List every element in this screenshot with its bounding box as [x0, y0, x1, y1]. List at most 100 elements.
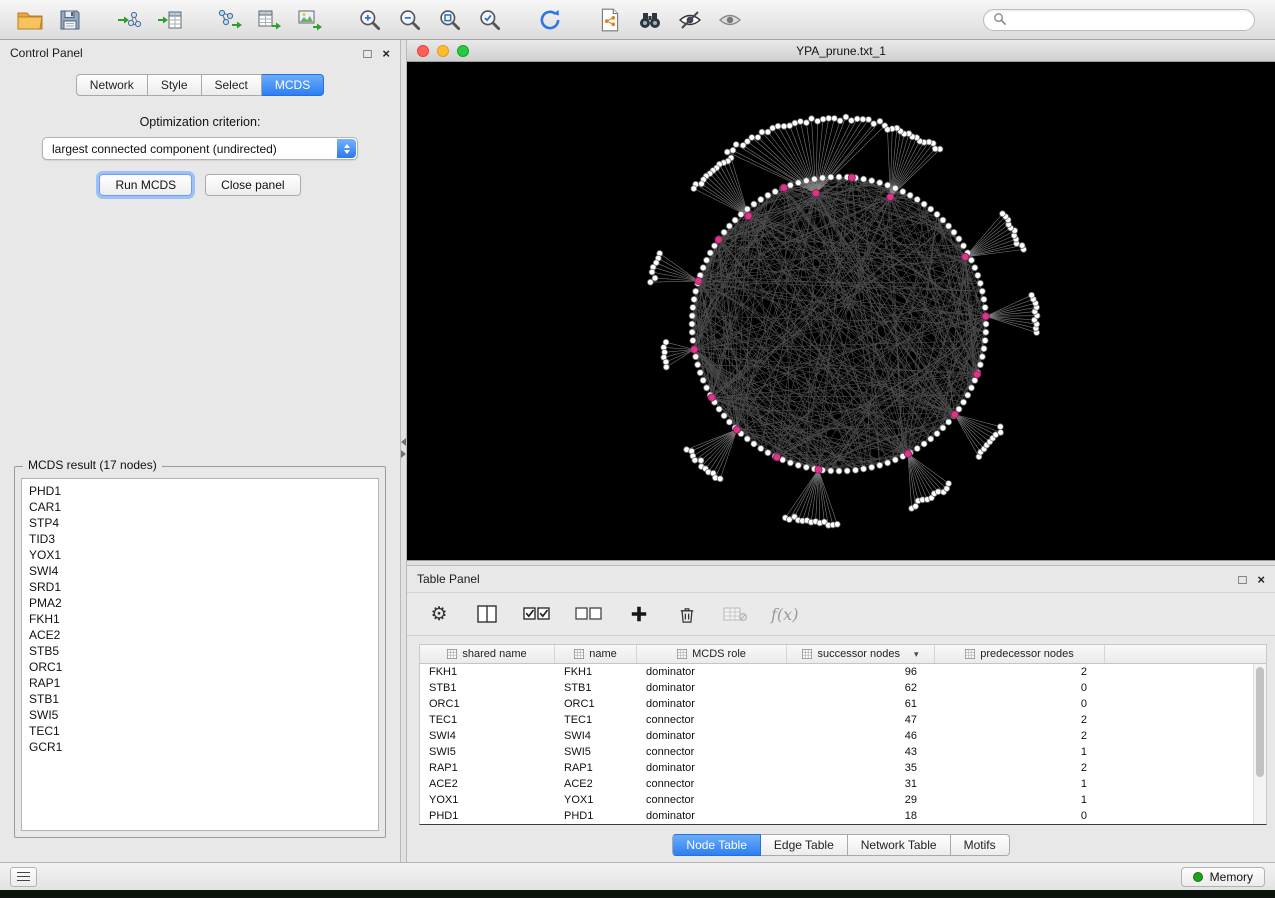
table-row[interactable]: SWI5SWI5connector431 — [420, 744, 1266, 760]
table-row[interactable]: YOX1YOX1connector291 — [420, 792, 1266, 808]
apply-layout-icon[interactable] — [534, 5, 566, 35]
add-row-icon[interactable] — [627, 600, 651, 628]
run-mcds-button[interactable]: Run MCDS — [99, 174, 192, 196]
cell[interactable]: RAP1 — [555, 760, 637, 776]
zoom-in-icon[interactable] — [354, 5, 386, 35]
cell[interactable]: FKH1 — [555, 664, 637, 680]
cell[interactable]: 43 — [787, 744, 935, 760]
list-item[interactable]: PHD1 — [29, 483, 371, 499]
scrollbar-thumb[interactable] — [1256, 667, 1264, 777]
close-window-icon[interactable] — [417, 45, 429, 57]
cell[interactable]: 1 — [935, 776, 1105, 792]
cell[interactable]: 96 — [787, 664, 935, 680]
list-item[interactable]: FKH1 — [29, 611, 371, 627]
mcds-result-list[interactable]: PHD1CAR1STP4TID3YOX1SWI4SRD1PMA2FKH1ACE2… — [21, 478, 379, 831]
list-item[interactable]: STB1 — [29, 691, 371, 707]
vertical-splitter[interactable] — [400, 40, 407, 862]
cell[interactable]: 0 — [935, 696, 1105, 712]
list-item[interactable]: YOX1 — [29, 547, 371, 563]
chevron-down-icon[interactable]: ▾ — [914, 649, 919, 660]
column-menu-icon[interactable] — [574, 649, 584, 659]
table-row[interactable]: RAP1RAP1dominator352 — [420, 760, 1266, 776]
table-row[interactable]: SWI4SWI4dominator462 — [420, 728, 1266, 744]
search-box[interactable] — [983, 9, 1255, 31]
cell[interactable]: 35 — [787, 760, 935, 776]
table-row[interactable]: ACE2ACE2connector311 — [420, 776, 1266, 792]
delete-row-icon[interactable] — [675, 600, 699, 628]
cell[interactable]: 62 — [787, 680, 935, 696]
cell[interactable]: 1 — [935, 792, 1105, 808]
float-table-panel-icon[interactable]: □ — [1239, 573, 1247, 586]
cell[interactable]: dominator — [637, 760, 787, 776]
column-menu-icon[interactable] — [965, 649, 975, 659]
cell[interactable]: PHD1 — [420, 808, 555, 824]
float-panel-icon[interactable]: □ — [364, 47, 372, 60]
table-row[interactable]: FKH1FKH1dominator962 — [420, 664, 1266, 680]
table-row[interactable]: STB1STB1dominator620 — [420, 680, 1266, 696]
cell[interactable]: 61 — [787, 696, 935, 712]
cell[interactable]: 2 — [935, 712, 1105, 728]
zoom-fit-icon[interactable] — [434, 5, 466, 35]
close-panel-button[interactable]: Close panel — [205, 174, 300, 196]
tab-network[interactable]: Network — [76, 74, 148, 96]
close-table-panel-icon[interactable]: × — [1257, 573, 1265, 586]
tab-edge-table[interactable]: Edge Table — [761, 834, 848, 856]
export-table-icon[interactable] — [254, 5, 286, 35]
cell[interactable]: dominator — [637, 728, 787, 744]
table-row[interactable]: TEC1TEC1connector472 — [420, 712, 1266, 728]
export-network-icon[interactable] — [214, 5, 246, 35]
table-row[interactable]: ORC1ORC1dominator610 — [420, 696, 1266, 712]
list-item[interactable]: TEC1 — [29, 723, 371, 739]
cell[interactable]: FKH1 — [420, 664, 555, 680]
list-item[interactable]: ORC1 — [29, 659, 371, 675]
cell[interactable]: 29 — [787, 792, 935, 808]
cell[interactable]: YOX1 — [420, 792, 555, 808]
list-item[interactable]: PMA2 — [29, 595, 371, 611]
settings-icon[interactable]: ⚙ — [427, 600, 451, 628]
cell[interactable]: SWI5 — [420, 744, 555, 760]
show-graphics-details-icon[interactable] — [714, 5, 746, 35]
cell[interactable]: RAP1 — [420, 760, 555, 776]
column-header-name[interactable]: name — [555, 645, 637, 663]
network-canvas[interactable] — [407, 62, 1275, 560]
list-item[interactable]: GCR1 — [29, 739, 371, 755]
panel-menu-icon[interactable] — [10, 867, 37, 887]
tab-select[interactable]: Select — [202, 74, 262, 96]
memory-button[interactable]: Memory — [1181, 867, 1265, 887]
select-all-icon[interactable] — [523, 600, 551, 628]
list-item[interactable]: CAR1 — [29, 499, 371, 515]
cell[interactable]: 0 — [935, 808, 1105, 824]
tab-motifs[interactable]: Motifs — [951, 834, 1010, 856]
cell[interactable]: connector — [637, 712, 787, 728]
hide-graphics-details-icon[interactable] — [674, 5, 706, 35]
network-graph[interactable] — [407, 62, 1275, 560]
save-session-icon[interactable] — [54, 5, 86, 35]
cell[interactable]: dominator — [637, 808, 787, 824]
cell[interactable]: connector — [637, 792, 787, 808]
criterion-dropdown[interactable]: largest connected component (undirected) — [42, 137, 358, 160]
cell[interactable]: 2 — [935, 664, 1105, 680]
tab-style[interactable]: Style — [148, 74, 202, 96]
cell[interactable]: TEC1 — [420, 712, 555, 728]
dropdown-stepper-icon[interactable] — [337, 139, 356, 158]
import-network-icon[interactable] — [114, 5, 146, 35]
cell[interactable]: ACE2 — [420, 776, 555, 792]
cell[interactable]: STB1 — [420, 680, 555, 696]
search-input[interactable] — [1012, 13, 1245, 27]
cell[interactable]: 47 — [787, 712, 935, 728]
column-header-predecessor-nodes[interactable]: predecessor nodes — [935, 645, 1105, 663]
export-image-icon[interactable] — [294, 5, 326, 35]
open-file-icon[interactable] — [14, 5, 46, 35]
zoom-selected-icon[interactable] — [474, 5, 506, 35]
cell[interactable]: 18 — [787, 808, 935, 824]
splitter-collapse-left-icon[interactable] — [401, 438, 406, 446]
column-header-shared-name[interactable]: shared name — [420, 645, 555, 663]
cell[interactable]: ORC1 — [555, 696, 637, 712]
cell[interactable]: ACE2 — [555, 776, 637, 792]
maximize-window-icon[interactable] — [457, 45, 469, 57]
list-item[interactable]: ACE2 — [29, 627, 371, 643]
list-item[interactable]: RAP1 — [29, 675, 371, 691]
list-item[interactable]: STP4 — [29, 515, 371, 531]
cell[interactable]: ORC1 — [420, 696, 555, 712]
cell[interactable]: 46 — [787, 728, 935, 744]
